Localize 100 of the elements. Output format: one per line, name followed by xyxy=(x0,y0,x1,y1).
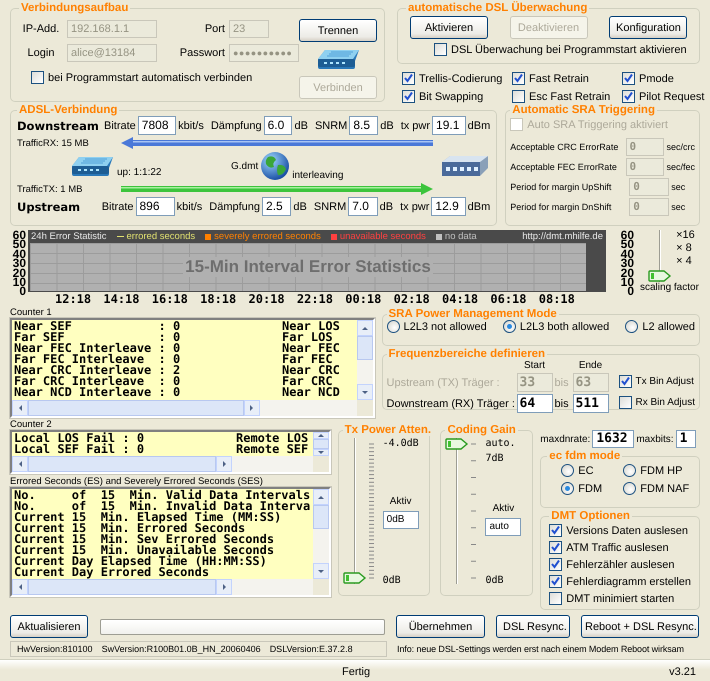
checkbox-label[interactable]: DSL Überwachung bei Programmstart aktivieren xyxy=(451,44,687,56)
panel-title: ADSL-Verbindung xyxy=(18,104,118,116)
button[interactable]: Aktivieren xyxy=(410,16,488,39)
scale-label: -4.0dB xyxy=(382,438,419,449)
checkbox-label[interactable]: Pilot Request xyxy=(639,90,704,102)
legend-label: no data xyxy=(444,231,477,242)
value-field[interactable]: 12.9 xyxy=(431,197,466,216)
checkbox-label[interactable]: Fehlerdiagramm erstellen xyxy=(566,576,692,588)
field-label: SNRM xyxy=(314,120,348,132)
stream-label: Upstream xyxy=(17,200,82,214)
stream-label: Downstream xyxy=(17,118,97,132)
axis-label: 22:18 xyxy=(296,292,333,306)
axis-label: 0 xyxy=(19,287,26,297)
log-line: Near FEC xyxy=(282,343,340,354)
button[interactable]: DSL Resync. xyxy=(496,615,570,638)
button[interactable]: Trennen xyxy=(299,19,377,42)
field-label: SNRM xyxy=(314,200,346,212)
log-line: Current 15 Min. Unavailable Seconds xyxy=(14,545,276,556)
value-field[interactable]: 6.0 xyxy=(264,116,292,135)
checkbox-label[interactable]: Rx Bin Adjust xyxy=(636,396,695,408)
panel-title: SRA Power Management Mode xyxy=(388,308,558,320)
log-line: Near LOS xyxy=(282,321,340,332)
checkbox-label[interactable]: DMT minimiert starten xyxy=(566,592,674,604)
value-field[interactable]: 19.1 xyxy=(432,116,466,135)
checkbox-label[interactable]: Pmode xyxy=(639,72,674,84)
legend-title: 24h Error Statistic xyxy=(31,231,106,242)
field-label: Login xyxy=(26,47,56,59)
log-line: Far CRC xyxy=(282,376,333,387)
mode-label: G.dmt xyxy=(231,160,258,172)
button[interactable]: Übernehmen xyxy=(396,615,485,638)
checkbox-label[interactable]: Bit Swapping xyxy=(419,90,484,102)
checkbox-label[interactable]: Versions Daten auslesen xyxy=(566,524,688,536)
log-line: Near CRC xyxy=(282,365,340,376)
field-label: IP-Add. xyxy=(22,23,60,35)
scale-label: 7dB xyxy=(485,453,504,464)
chart-link[interactable]: http://dmt.mhilfe.de xyxy=(522,231,603,242)
radio-label[interactable]: FDM xyxy=(578,482,602,494)
radio-label[interactable]: EC xyxy=(578,464,594,476)
value-field[interactable]: 8.5 xyxy=(349,116,378,135)
radio-label[interactable]: FDM HP xyxy=(640,464,682,476)
axis-label: 04:18 xyxy=(442,292,478,306)
button[interactable]: Konfiguration xyxy=(609,16,687,39)
checkbox-label[interactable]: Fast Retrain xyxy=(529,72,589,84)
field-label: Acceptable FEC ErrorRate xyxy=(510,162,618,172)
unit-label: dB xyxy=(293,200,307,212)
range-label: bis xyxy=(554,398,570,410)
value-field[interactable]: 1632 xyxy=(592,430,634,448)
checkbox-label[interactable]: Fehlerzähler auslesen xyxy=(566,558,675,570)
value-field[interactable]: 64 xyxy=(516,394,553,413)
button[interactable]: Reboot + DSL Resync. xyxy=(581,615,699,638)
info-text: Info: neue DSL-Settings werden erst nach einem Modem Reboot wirksam xyxy=(397,644,684,654)
log-line: No. of 15 Min. Valid Data Intervals xyxy=(14,490,312,501)
radio-label[interactable]: FDM NAF xyxy=(640,482,690,494)
log-line: Far SEF : 0 xyxy=(14,332,182,343)
field-label: Bitrate xyxy=(102,200,134,212)
checkbox-label[interactable]: Trellis-Codierung xyxy=(419,72,502,84)
axis-label: 18:18 xyxy=(200,292,236,306)
value-field[interactable]: auto xyxy=(485,518,522,536)
log-line: Current Day Errored Seconds xyxy=(14,567,210,578)
traffic-label: TrafficTX: 1 MB xyxy=(17,184,84,194)
log-line: Far FEC Interleave : 0 xyxy=(14,354,182,365)
log-line: Local SEF Fail : 0 xyxy=(14,444,146,455)
range-label: bis xyxy=(554,376,570,388)
panel-title: automatische DSL Überwachung xyxy=(407,2,588,14)
list-title: Counter 1 xyxy=(10,308,53,318)
checkbox-label[interactable]: bei Programmstart automatisch verbinden xyxy=(48,72,252,84)
scale-label: × 8 xyxy=(676,242,693,255)
value-field[interactable]: 896 xyxy=(136,197,175,216)
axis-label: 00:18 xyxy=(345,292,382,306)
log-line: Current Day Elapsed Time (HH:MM:SS) xyxy=(14,556,267,567)
refresh-button[interactable]: Aktualisieren xyxy=(10,615,88,638)
scale-label: 0dB xyxy=(485,575,504,586)
radio-label[interactable]: L2L3 both allowed xyxy=(520,320,610,332)
radio-label[interactable]: L2 allowed xyxy=(642,320,695,332)
panel-title: Automatic SRA Triggering xyxy=(511,104,656,116)
version-label: v3.21 xyxy=(669,666,696,678)
checkbox-label[interactable]: ATM Traffic auslesen xyxy=(566,542,669,554)
value-field[interactable]: 2.5 xyxy=(262,197,292,216)
checkbox-label[interactable]: Esc Fast Retrain xyxy=(529,90,610,102)
log-line: Remote SEF xyxy=(236,444,308,455)
value-field[interactable]: 7.0 xyxy=(348,197,378,216)
axis-label: 06:18 xyxy=(490,292,526,306)
axis-label: 08:18 xyxy=(538,292,575,306)
radio-label[interactable]: L2L3 not allowed xyxy=(404,320,487,332)
field-label: Dämpfung xyxy=(210,120,262,132)
unit-label: sec/crc xyxy=(666,142,695,152)
version-label: DSLVersion:E.37.2.8 xyxy=(270,644,353,654)
field-label: Passwort xyxy=(178,47,225,59)
field-label: Upstream (TX) Träger : xyxy=(386,376,501,388)
field-label: Period for margin DnShift xyxy=(510,202,612,212)
field-label: Period for margin UpShift xyxy=(510,182,612,192)
column-label: Ende xyxy=(578,360,604,371)
unit-label: dB xyxy=(380,120,394,132)
value-field[interactable]: 7808 xyxy=(138,116,176,135)
field-label: tx pwr xyxy=(400,200,430,212)
axis-label: 60 xyxy=(12,231,26,240)
value-field[interactable]: 511 xyxy=(572,394,609,413)
value-field[interactable]: 0dB xyxy=(382,510,419,528)
value-field[interactable]: 1 xyxy=(676,430,696,448)
unit-label: dB xyxy=(294,120,308,132)
